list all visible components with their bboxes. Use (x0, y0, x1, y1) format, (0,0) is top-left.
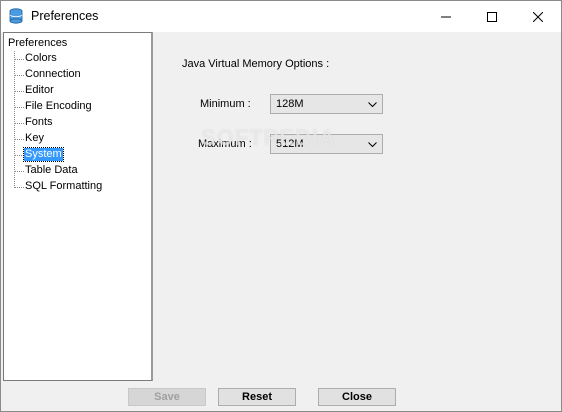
tree-item-label[interactable]: Connection (24, 68, 82, 81)
tree-item-label[interactable]: System (23, 147, 64, 162)
tree-item-label[interactable]: Editor (24, 84, 55, 97)
minimum-memory-select[interactable]: 128M (270, 94, 383, 114)
tree-connector-line (14, 51, 15, 188)
minimize-button[interactable] (423, 1, 469, 32)
preferences-window: Preferences Preferences Colors Connectio… (0, 0, 562, 412)
tree-item-label[interactable]: Fonts (24, 116, 54, 129)
tree-item-label[interactable]: Table Data (24, 164, 79, 177)
database-icon (9, 8, 23, 24)
button-bar: Save Reset Close (1, 381, 561, 411)
jvm-options-heading: Java Virtual Memory Options : (182, 58, 330, 70)
chevron-down-icon (368, 102, 377, 108)
close-icon (533, 11, 543, 22)
tree-item-label[interactable]: Key (24, 132, 45, 145)
minimum-memory-value: 128M (276, 98, 304, 110)
tree-item-label[interactable]: SQL Formatting (24, 180, 103, 193)
minimize-icon (441, 16, 451, 17)
tree-item-label[interactable]: Colors (24, 52, 58, 65)
tree-item-label[interactable]: File Encoding (24, 100, 93, 113)
maximize-icon (487, 11, 497, 22)
reset-button[interactable]: Reset (218, 388, 296, 406)
system-settings-panel: Java Virtual Memory Options : Minimum : … (154, 32, 560, 381)
title-bar: Preferences (1, 1, 561, 32)
watermark: SOFTPEDIA (201, 125, 336, 150)
save-button[interactable]: Save (128, 388, 206, 406)
close-window-button[interactable] (515, 1, 561, 32)
tree-root[interactable]: Preferences (8, 37, 67, 49)
maximize-button[interactable] (469, 1, 515, 32)
window-title: Preferences (31, 9, 99, 23)
minimum-label: Minimum : (200, 98, 251, 110)
chevron-down-icon (368, 142, 377, 148)
preferences-tree[interactable]: Preferences Colors Connection Editor Fil… (3, 32, 153, 381)
close-button[interactable]: Close (318, 388, 396, 406)
